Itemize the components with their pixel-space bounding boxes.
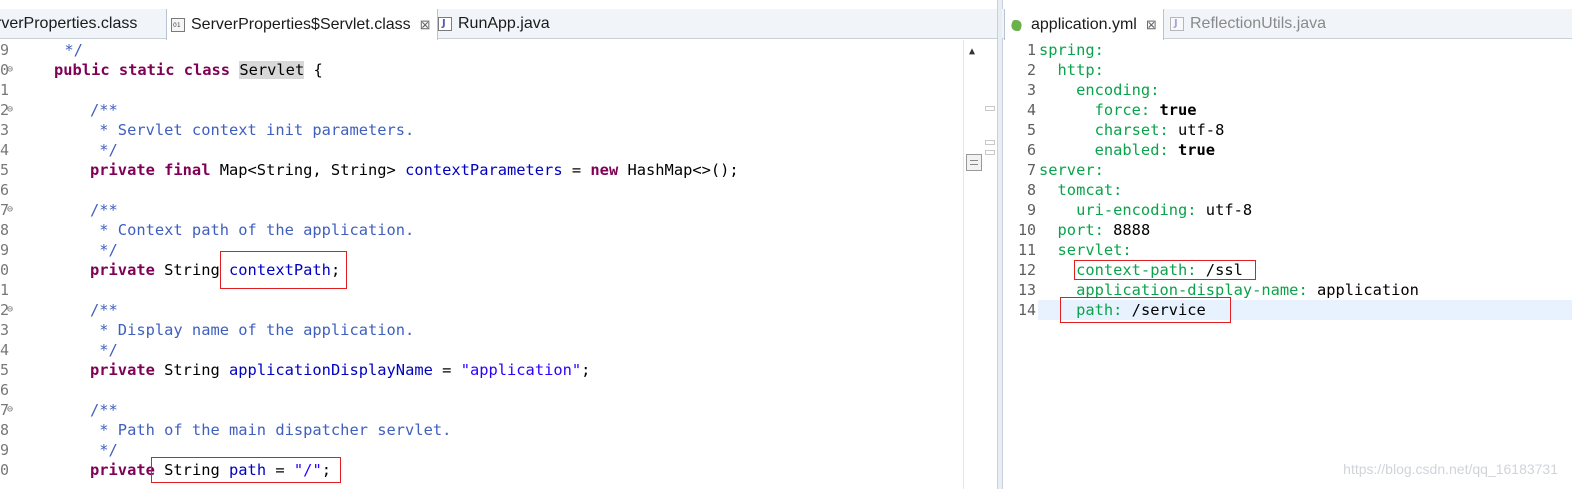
code-comment: * Context path of the application. [90, 221, 415, 239]
line-number: 3 [1026, 81, 1036, 99]
yaml-line: encoding: [1039, 81, 1160, 99]
highlight-box-contextpath [220, 251, 347, 289]
fold-collapse-icon[interactable]: ⊖ [7, 64, 13, 75]
line-number: 4 [0, 341, 10, 359]
code-comment: /** [90, 201, 118, 219]
yaml-code-area[interactable]: 1 spring: 2 http: 3 encoding: 4 force: t… [1002, 40, 1572, 489]
tab-label: ServerProperties$Servlet.class [191, 15, 411, 33]
line-number: 6 [0, 181, 10, 199]
close-tab-icon[interactable]: ⊠ [1146, 17, 1157, 33]
code-comment: * Servlet context init parameters. [90, 121, 415, 139]
line-number: 8 [0, 421, 10, 439]
line-number: 9 [1026, 201, 1036, 219]
line-number: 9 [0, 41, 10, 59]
code-comment: */ [90, 241, 118, 259]
tab-reflectionutils-java[interactable]: ReflectionUtils.java [1170, 9, 1328, 39]
line-number: 5 [1026, 121, 1036, 139]
watermark-text: https://blog.csdn.net/qq_16183731 [1343, 461, 1558, 477]
line-number: 4 [0, 141, 10, 159]
line-number: 8 [1026, 181, 1036, 199]
line-number: 1 [0, 81, 10, 99]
code-comment: * Path of the main dispatcher servlet. [90, 421, 452, 439]
line-number: 6 [1026, 141, 1036, 159]
code-comment: */ [90, 341, 118, 359]
line-number: 14 [1017, 301, 1036, 319]
line-number: 1 [1026, 41, 1036, 59]
code-comment: */ [90, 441, 118, 459]
line-number: 0 [0, 461, 10, 479]
yaml-file-icon [1009, 17, 1025, 33]
line-number: 2 [1026, 61, 1036, 79]
line-number: 3 [0, 121, 10, 139]
line-number: 9 [0, 241, 10, 259]
overview-ruler-mark[interactable] [985, 150, 995, 155]
fold-collapse-icon[interactable]: ⊖ [7, 304, 13, 315]
tab-application-yml[interactable]: application.yml ⊠ [1004, 9, 1164, 40]
line-number: 10 [1017, 221, 1036, 239]
yaml-line: server: [1039, 161, 1104, 179]
java-file-icon [1170, 17, 1184, 31]
tab-label: ReflectionUtils.java [1190, 15, 1327, 32]
scrollbar-thumb[interactable] [966, 154, 982, 171]
highlight-box-path [151, 457, 341, 483]
overview-ruler-mark[interactable] [985, 140, 995, 145]
line-number: 13 [1017, 281, 1036, 299]
yaml-line: http: [1039, 61, 1104, 79]
code-comment: /** [90, 301, 118, 319]
line-number: 12 [1017, 261, 1036, 279]
line-number: 7 [1026, 161, 1036, 179]
java-editor-tabbar: rverProperties.class ServerProperties$Se… [0, 9, 1000, 40]
tab-server-properties-class[interactable]: rverProperties.class [0, 9, 139, 39]
line-number: 4 [1026, 101, 1036, 119]
line-number: 6 [0, 381, 10, 399]
line-number: 9 [0, 441, 10, 459]
yaml-line: enabled: true [1039, 141, 1216, 159]
yaml-editor-pane: application.yml ⊠ ReflectionUtils.java 1… [1002, 0, 1572, 489]
java-file-icon [438, 17, 452, 31]
overview-ruler-mark[interactable] [985, 106, 995, 111]
code-line: private String applicationDisplayName = … [90, 361, 591, 379]
yaml-line: charset: utf-8 [1039, 121, 1225, 139]
yaml-line: uri-encoding: utf-8 [1039, 201, 1253, 219]
code-comment: */ [90, 141, 118, 159]
code-comment: /** [90, 101, 118, 119]
java-editor-pane: rverProperties.class ServerProperties$Se… [0, 0, 1000, 489]
tab-label: application.yml [1031, 15, 1137, 33]
selected-class-name: Servlet [239, 61, 305, 79]
tab-servlet-class[interactable]: ServerProperties$Servlet.class ⊠ [166, 9, 438, 40]
tab-label: rverProperties.class [0, 15, 138, 32]
class-file-icon [171, 17, 185, 32]
yaml-line: force: true [1039, 101, 1197, 119]
fold-collapse-icon[interactable]: ⊖ [7, 204, 13, 215]
close-tab-icon[interactable]: ⊠ [420, 17, 431, 33]
code-comment: /** [90, 401, 118, 419]
fold-collapse-icon[interactable]: ⊖ [7, 104, 13, 115]
yaml-line: servlet: [1039, 241, 1132, 259]
code-line: */ [18, 41, 83, 59]
vertical-scrollbar[interactable]: ▲ [963, 40, 985, 489]
tab-runapp-java[interactable]: RunApp.java [438, 9, 552, 39]
yaml-line: port: 8888 [1039, 221, 1151, 239]
line-number: 8 [0, 221, 10, 239]
yaml-line: tomcat: [1039, 181, 1123, 199]
line-number: 0 [0, 261, 10, 279]
line-number: 11 [1017, 241, 1036, 259]
java-code-area[interactable]: 9 0 1 2 3 4 5 6 7 8 9 0 1 2 3 4 5 6 7 8 … [0, 40, 1000, 489]
line-number-gutter: 9 0 1 2 3 4 5 6 7 8 9 0 1 2 3 4 5 6 7 8 … [0, 40, 18, 489]
tab-label: RunApp.java [458, 15, 550, 32]
code-line: private final Map<String, String> contex… [90, 161, 739, 179]
yaml-line: spring: [1039, 41, 1104, 59]
scroll-up-arrow-icon[interactable]: ▲ [969, 46, 975, 57]
line-number: 3 [0, 321, 10, 339]
yaml-editor-tabbar: application.yml ⊠ ReflectionUtils.java [1002, 9, 1572, 40]
line-number: 5 [0, 161, 10, 179]
code-comment: * Display name of the application. [90, 321, 415, 339]
fold-collapse-icon[interactable]: ⊖ [7, 404, 13, 415]
line-number: 1 [0, 281, 10, 299]
code-line: public static class Servlet { [54, 61, 323, 79]
line-number: 5 [0, 361, 10, 379]
highlight-box-context-path [1074, 260, 1256, 280]
highlight-box-path [1060, 297, 1231, 323]
